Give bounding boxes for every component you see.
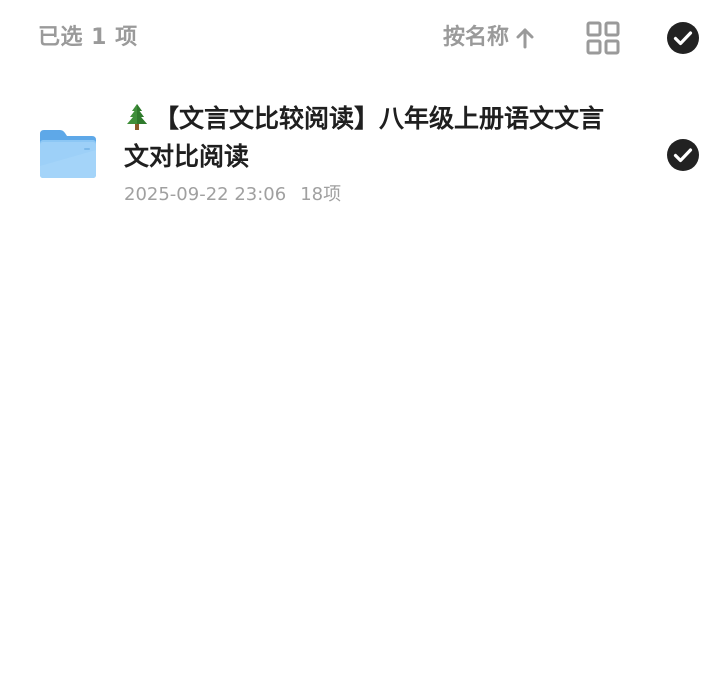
check-circle-icon (666, 139, 700, 176)
grid-view-button[interactable] (586, 21, 620, 55)
file-row[interactable]: 【文言文比较阅读】八年级上册语文文言文对比阅读 2025-09-22 23:06… (0, 90, 714, 220)
sort-by-name-button[interactable]: 按名称 (443, 22, 535, 54)
grid-icon (586, 21, 620, 59)
check-circle-icon (666, 22, 700, 59)
tree-icon (124, 103, 150, 131)
folder-icon (38, 126, 98, 182)
file-meta: 2025-09-22 23:06 18项 (124, 182, 341, 208)
file-selection-screen: 已选 1 项 按名称 【文言文比较阅读】八年级上册语文文言文对比阅读 2025-… (0, 0, 714, 691)
row-select-checkbox[interactable] (666, 138, 700, 172)
selected-count-label: 已选 1 项 (38, 25, 138, 50)
arrow-up-icon (515, 27, 535, 49)
selection-header: 已选 1 项 按名称 (0, 0, 714, 76)
file-item-count: 18项 (300, 184, 342, 205)
select-all-button[interactable] (666, 21, 700, 55)
file-date: 2025-09-22 23:06 (124, 184, 287, 205)
sort-label: 按名称 (443, 25, 510, 50)
file-title-text: 【文言文比较阅读】八年级上册语文文言文对比阅读 (124, 104, 605, 171)
file-title: 【文言文比较阅读】八年级上册语文文言文对比阅读 (124, 100, 624, 176)
file-list: 【文言文比较阅读】八年级上册语文文言文对比阅读 2025-09-22 23:06… (0, 90, 714, 220)
